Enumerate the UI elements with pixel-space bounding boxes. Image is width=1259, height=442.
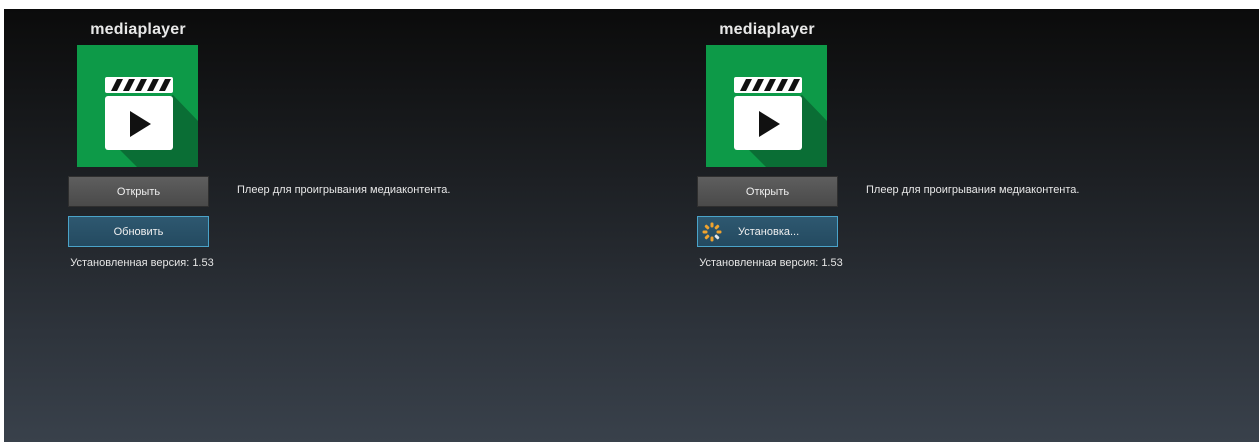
app-card-mediaplayer-update: mediaplayer Открыть Обновить Установленн… [4,9,624,442]
open-button[interactable]: Открыть [68,176,209,207]
app-store-screen: mediaplayer Открыть Обновить Установленн… [4,9,1259,442]
open-button[interactable]: Открыть [697,176,838,207]
app-title: mediaplayer [90,21,186,38]
media-player-clapperboard-play-icon [706,45,827,167]
update-button[interactable]: Обновить [68,216,209,247]
app-description: Плеер для проигрывания медиаконтента. [237,184,451,196]
loading-spinner-icon [702,222,722,242]
app-card-mediaplayer-installing: mediaplayer Открыть Установка... Установ… [633,9,1253,442]
installing-label: Установка... [738,225,800,238]
media-player-clapperboard-play-icon [77,45,198,167]
app-description: Плеер для проигрывания медиаконтента. [866,184,1080,196]
installing-button[interactable]: Установка... [697,216,838,247]
installed-version-label: Установленная версия: 1.53 [70,257,214,269]
app-title: mediaplayer [719,21,815,38]
installed-version-label: Установленная версия: 1.53 [699,257,843,269]
